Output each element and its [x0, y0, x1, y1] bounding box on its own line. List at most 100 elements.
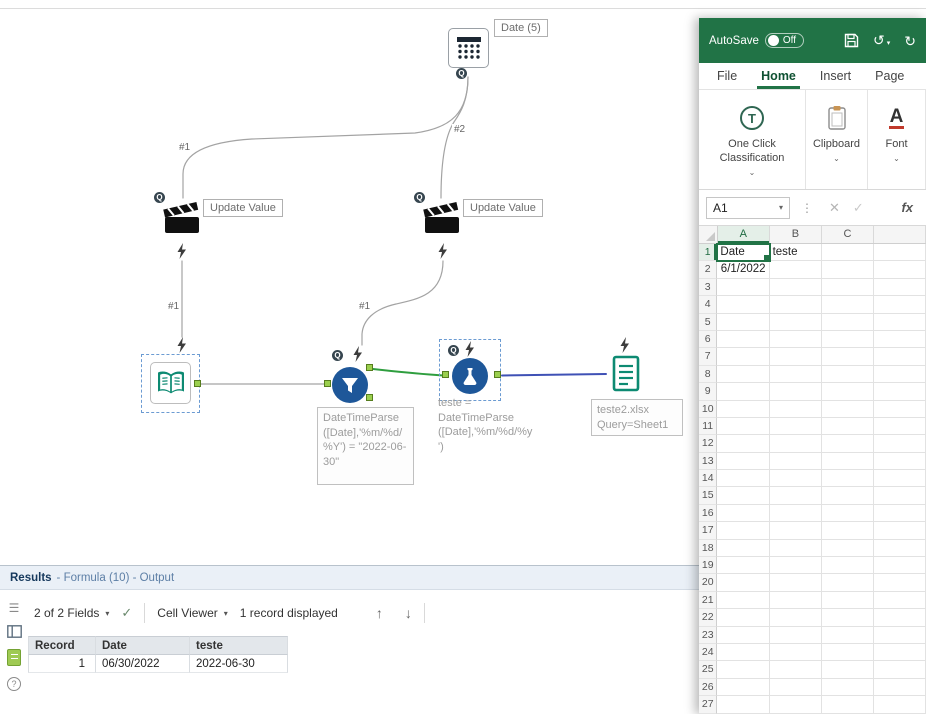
- cell-A22[interactable]: [717, 609, 769, 626]
- row-header-21[interactable]: 21: [699, 592, 717, 609]
- apply-check-icon[interactable]: ✓: [121, 605, 132, 621]
- cell-A15[interactable]: [717, 487, 769, 504]
- cell-B22[interactable]: [770, 609, 822, 626]
- next-record-icon[interactable]: ↓: [405, 605, 412, 621]
- help-icon[interactable]: ?: [7, 677, 21, 691]
- tab-page-layout[interactable]: Page: [863, 63, 916, 89]
- cell-B5[interactable]: [770, 314, 822, 331]
- connection-filter-true-to-formula[interactable]: [373, 369, 443, 376]
- action-bolt-icon[interactable]: [176, 337, 187, 353]
- cell-B3[interactable]: [770, 279, 822, 296]
- cell-partial[interactable]: [874, 592, 926, 609]
- cell-B9[interactable]: [770, 383, 822, 400]
- action-bolt-icon[interactable]: [619, 337, 630, 353]
- options-list-icon[interactable]: ☰: [9, 602, 20, 614]
- cell-C3[interactable]: [822, 279, 874, 296]
- cell-A21[interactable]: [717, 592, 769, 609]
- cell-A26[interactable]: [717, 679, 769, 696]
- cell-A13[interactable]: [717, 453, 769, 470]
- cell-A23[interactable]: [717, 627, 769, 644]
- cell-B23[interactable]: [770, 627, 822, 644]
- cell-A7[interactable]: [717, 348, 769, 365]
- cell-viewer-dropdown[interactable]: Cell Viewer ▾: [157, 606, 227, 620]
- cell-C8[interactable]: [822, 366, 874, 383]
- undo-button[interactable]: ↺▾: [873, 32, 890, 50]
- cell-B13[interactable]: [770, 453, 822, 470]
- cell-partial[interactable]: [874, 348, 926, 365]
- cell-A9[interactable]: [717, 383, 769, 400]
- row-header-10[interactable]: 10: [699, 401, 717, 418]
- cell-partial[interactable]: [874, 540, 926, 557]
- cell-B1[interactable]: teste: [770, 244, 822, 261]
- cell-C27[interactable]: [822, 696, 874, 713]
- cell-C13[interactable]: [822, 453, 874, 470]
- question-anchor-icon[interactable]: Q: [154, 192, 165, 203]
- cell-B6[interactable]: [770, 331, 822, 348]
- cell-partial[interactable]: [874, 487, 926, 504]
- question-anchor-icon[interactable]: Q: [448, 345, 459, 356]
- cell-C14[interactable]: [822, 470, 874, 487]
- cell-A20[interactable]: [717, 574, 769, 591]
- cell-partial[interactable]: [874, 296, 926, 313]
- cell-A27[interactable]: [717, 696, 769, 713]
- cell-A4[interactable]: [717, 296, 769, 313]
- cell-partial[interactable]: [874, 366, 926, 383]
- output-anchor[interactable]: [494, 371, 501, 378]
- tool-action-update-value-right[interactable]: [420, 200, 464, 238]
- cell-B21[interactable]: [770, 592, 822, 609]
- cell-C24[interactable]: [822, 644, 874, 661]
- row-header-9[interactable]: 9: [699, 383, 717, 400]
- cell-A8[interactable]: [717, 366, 769, 383]
- row-header-18[interactable]: 18: [699, 540, 717, 557]
- row-header-2[interactable]: 2: [699, 261, 717, 278]
- row-header-4[interactable]: 4: [699, 296, 717, 313]
- cell-C7[interactable]: [822, 348, 874, 365]
- row-header-3[interactable]: 3: [699, 279, 717, 296]
- cell-C11[interactable]: [822, 418, 874, 435]
- input-anchor[interactable]: [324, 380, 331, 387]
- question-anchor-icon[interactable]: Q: [332, 350, 343, 361]
- tool-formula[interactable]: [452, 358, 488, 394]
- cell-partial[interactable]: [874, 261, 926, 278]
- cell-C20[interactable]: [822, 574, 874, 591]
- clipboard-group[interactable]: Clipboard ⌄: [806, 90, 868, 189]
- tool-action-update-value-left[interactable]: [160, 200, 204, 238]
- cell-partial[interactable]: [874, 418, 926, 435]
- cell-A18[interactable]: [717, 540, 769, 557]
- tab-home[interactable]: Home: [749, 63, 808, 89]
- cell-partial[interactable]: [874, 522, 926, 539]
- save-icon[interactable]: [844, 33, 859, 48]
- cell-B14[interactable]: [770, 470, 822, 487]
- tool-filter[interactable]: [332, 367, 368, 403]
- cell-partial[interactable]: [874, 314, 926, 331]
- cell-partial[interactable]: [874, 331, 926, 348]
- cell-A6[interactable]: [717, 331, 769, 348]
- cell-partial[interactable]: [874, 661, 926, 678]
- cell-A1[interactable]: Date: [717, 244, 769, 261]
- results-column-header[interactable]: teste: [190, 636, 288, 655]
- row-header-6[interactable]: 6: [699, 331, 717, 348]
- cell-B20[interactable]: [770, 574, 822, 591]
- row-header-8[interactable]: 8: [699, 366, 717, 383]
- panel-layout-icon[interactable]: [7, 625, 22, 638]
- connection-date-to-left-action[interactable]: [183, 77, 468, 198]
- row-header-17[interactable]: 17: [699, 522, 717, 539]
- select-all-corner[interactable]: [699, 226, 718, 243]
- data-preview-icon[interactable]: [7, 649, 21, 666]
- cell-C23[interactable]: [822, 627, 874, 644]
- row-header-22[interactable]: 22: [699, 609, 717, 626]
- insert-function-icon[interactable]: fx: [901, 200, 913, 215]
- cell-partial[interactable]: [874, 696, 926, 713]
- previous-record-icon[interactable]: ↑: [376, 605, 383, 621]
- cell-B10[interactable]: [770, 401, 822, 418]
- column-header-A[interactable]: A: [718, 226, 770, 243]
- cell-B2[interactable]: [770, 261, 822, 278]
- true-output-anchor[interactable]: [366, 364, 373, 371]
- cell-C16[interactable]: [822, 505, 874, 522]
- action-bolt-icon[interactable]: [464, 341, 475, 357]
- cell-A10[interactable]: [717, 401, 769, 418]
- cell-B7[interactable]: [770, 348, 822, 365]
- column-header-C[interactable]: C: [822, 226, 874, 243]
- cell-B26[interactable]: [770, 679, 822, 696]
- output-annotation[interactable]: teste2.xlsx Query=Sheet1: [591, 399, 683, 436]
